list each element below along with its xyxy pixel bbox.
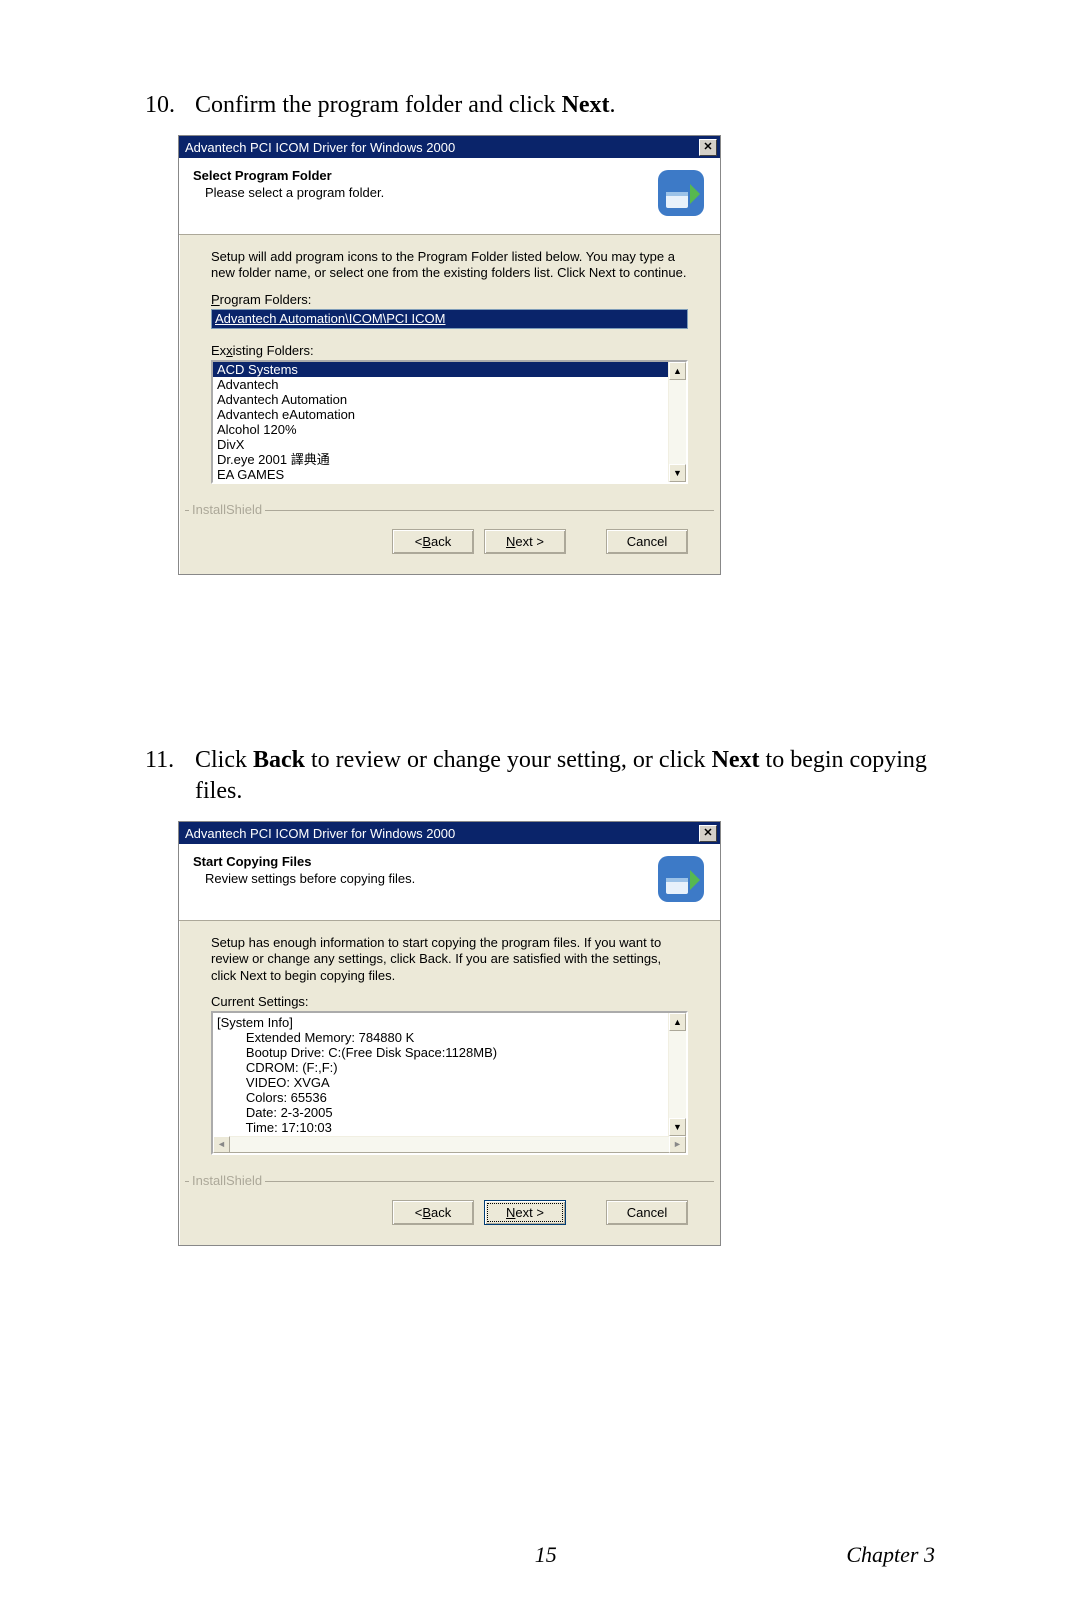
list-item[interactable]: ACD Systems <box>213 362 668 377</box>
scroll-track[interactable] <box>230 1136 669 1153</box>
panel-title: Start Copying Files <box>193 854 646 869</box>
window-title: Advantech PCI ICOM Driver for Windows 20… <box>185 140 455 155</box>
scrollbar-horizontal[interactable]: ◄ ► <box>213 1136 686 1153</box>
program-folders-label: Program Folders: <box>211 292 688 307</box>
panel-subtitle: Review settings before copying files. <box>205 871 646 886</box>
group-title: InstallShield <box>189 502 265 517</box>
list-item[interactable]: Dr.eye 2001 譯典通 <box>213 452 668 467</box>
titlebar: Advantech PCI ICOM Driver for Windows 20… <box>179 822 720 844</box>
list-item[interactable]: Advantech eAutomation <box>213 407 668 422</box>
scroll-left-icon[interactable]: ◄ <box>213 1136 230 1153</box>
scroll-down-icon[interactable]: ▼ <box>669 1118 686 1136</box>
scroll-right-icon[interactable]: ► <box>669 1136 686 1153</box>
cancel-button[interactable]: Cancel <box>606 529 688 554</box>
list-item[interactable]: EA GAMES <box>213 467 668 482</box>
step-10-text: Confirm the program folder and click Nex… <box>195 90 935 121</box>
step-11: 11. Click Back to review or change your … <box>145 745 935 807</box>
chapter-label: Chapter 3 <box>846 1542 935 1568</box>
step-11-number: 11. <box>145 745 195 807</box>
body-panel: Setup has enough information to start co… <box>179 921 720 1163</box>
close-icon[interactable]: ✕ <box>699 825 717 842</box>
scroll-track[interactable] <box>669 1031 686 1118</box>
titlebar: Advantech PCI ICOM Driver for Windows 20… <box>179 136 720 158</box>
program-folder-input[interactable]: Advantech Automation\ICOM\PCI ICOM <box>211 309 688 329</box>
page-footer: 15 Chapter 3 <box>0 1542 1080 1568</box>
step-11-text: Click Back to review or change your sett… <box>195 745 935 807</box>
scrollbar-vertical[interactable]: ▲ ▼ <box>668 1013 686 1136</box>
instruction-text: Setup has enough information to start co… <box>211 935 688 984</box>
body-panel: Setup will add program icons to the Prog… <box>179 235 720 492</box>
settings-text: [System Info] Extended Memory: 784880 K … <box>213 1013 668 1136</box>
back-button[interactable]: < Back <box>392 1200 474 1225</box>
button-group: InstallShield < Back Next > Cancel <box>185 510 714 566</box>
current-settings-box: [System Info] Extended Memory: 784880 K … <box>211 1011 688 1155</box>
dialog-select-program-folder: Advantech PCI ICOM Driver for Windows 20… <box>178 135 721 575</box>
button-group: InstallShield < Back Next > Cancel <box>185 1181 714 1237</box>
scroll-track[interactable] <box>669 380 686 464</box>
step-10-number: 10. <box>145 90 195 121</box>
current-settings-label: Current Settings: <box>211 994 688 1009</box>
page-number: 15 <box>245 1542 846 1568</box>
existing-folders-label: Exxisting Folders:isting Folders: <box>211 343 688 358</box>
step-10: 10. Confirm the program folder and click… <box>145 90 935 121</box>
existing-folders-listbox[interactable]: ACD Systems Advantech Advantech Automati… <box>211 360 688 484</box>
next-button[interactable]: Next > <box>484 1200 566 1225</box>
scrollbar-vertical[interactable]: ▲ ▼ <box>668 362 686 482</box>
installer-icon <box>656 854 706 904</box>
instruction-text: Setup will add program icons to the Prog… <box>211 249 688 282</box>
next-button[interactable]: Next > <box>484 529 566 554</box>
scroll-up-icon[interactable]: ▲ <box>669 362 686 380</box>
panel-subtitle: Please select a program folder. <box>205 185 646 200</box>
window-title: Advantech PCI ICOM Driver for Windows 20… <box>185 826 455 841</box>
cancel-button[interactable]: Cancel <box>606 1200 688 1225</box>
scroll-up-icon[interactable]: ▲ <box>669 1013 686 1031</box>
close-icon[interactable]: ✕ <box>699 139 717 156</box>
scroll-down-icon[interactable]: ▼ <box>669 464 686 482</box>
list-item[interactable]: Alcohol 120% <box>213 422 668 437</box>
header-panel: Start Copying Files Review settings befo… <box>179 844 720 921</box>
listbox-items: ACD Systems Advantech Advantech Automati… <box>213 362 668 482</box>
header-panel: Select Program Folder Please select a pr… <box>179 158 720 235</box>
panel-title: Select Program Folder <box>193 168 646 183</box>
dialog-start-copying-files: Advantech PCI ICOM Driver for Windows 20… <box>178 821 721 1246</box>
group-title: InstallShield <box>189 1173 265 1188</box>
back-button[interactable]: < Back <box>392 529 474 554</box>
list-item[interactable]: DivX <box>213 437 668 452</box>
list-item[interactable]: Advantech <box>213 377 668 392</box>
list-item[interactable]: Advantech Automation <box>213 392 668 407</box>
installer-icon <box>656 168 706 218</box>
